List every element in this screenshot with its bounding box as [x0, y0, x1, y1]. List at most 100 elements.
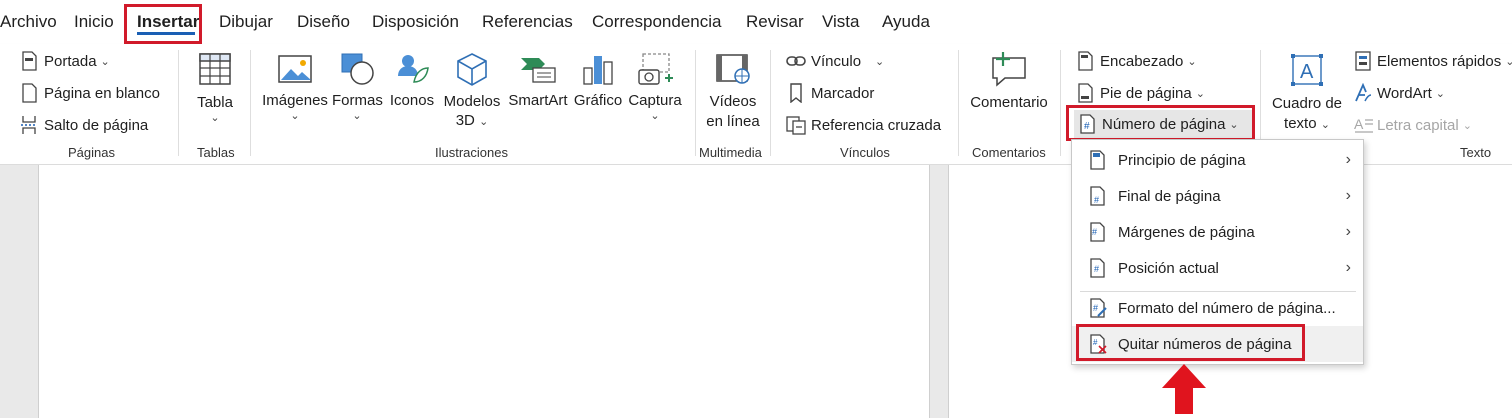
link-icon	[786, 56, 806, 66]
pictures-icon	[278, 55, 312, 83]
page-number-dropdown-menu: Principio de página › # Final de página …	[1071, 139, 1364, 365]
group-label-paginas: Páginas	[68, 145, 115, 160]
page-number-button[interactable]: # Número de página ⌄	[1074, 110, 1252, 138]
blank-page-icon	[22, 83, 37, 103]
smartart-icon	[521, 58, 556, 83]
chart-button[interactable]: Gráfico	[572, 52, 624, 109]
icons-gallery-icon	[398, 55, 429, 83]
screenshot-button[interactable]: Captura ⌄	[626, 52, 684, 122]
tab-correspondencia[interactable]: Correspondencia	[592, 0, 721, 44]
chevron-down-icon: ⌄	[1229, 118, 1239, 131]
chevron-down-icon: ⌄	[210, 112, 220, 124]
chevron-down-icon: ⌄	[1505, 55, 1512, 68]
group-label-vinculos: Vínculos	[840, 145, 890, 160]
bookmark-button[interactable]: Marcador	[788, 82, 874, 104]
group-separator	[770, 50, 771, 156]
icons-button[interactable]: Iconos	[388, 52, 436, 109]
document-page[interactable]	[38, 165, 930, 418]
chevron-down-icon: ⌄	[100, 55, 110, 68]
tab-referencias[interactable]: Referencias	[482, 0, 573, 44]
cover-page-icon	[22, 51, 37, 71]
tab-ayuda[interactable]: Ayuda	[882, 0, 930, 44]
table-button[interactable]: Tabla ⌄	[191, 52, 239, 124]
text-box-icon: A	[1291, 54, 1323, 86]
chevron-right-icon: ›	[1345, 223, 1351, 240]
tab-archivo[interactable]: Archivo	[0, 0, 57, 44]
arrow-up-icon	[1162, 364, 1206, 414]
shapes-button[interactable]: Formas ⌄	[332, 52, 383, 122]
ribbon-tab-bar: Archivo Inicio Insertar Dibujar Diseño D…	[0, 0, 1512, 44]
blank-page-button[interactable]: Página en blanco	[20, 82, 160, 104]
svg-text:#: #	[1094, 195, 1099, 205]
chevron-down-icon: ⌄	[352, 110, 362, 122]
page-number-icon: #	[1080, 114, 1095, 134]
shapes-icon	[341, 53, 374, 85]
comment-button[interactable]: Comentario	[966, 50, 1052, 111]
svg-text:#: #	[1094, 264, 1099, 274]
chevron-down-icon: ⌄	[1320, 119, 1330, 131]
group-separator	[958, 50, 959, 156]
group-separator	[178, 50, 179, 156]
chevron-down-icon: ⌄	[650, 110, 660, 122]
link-button[interactable]: Vínculo ⌄	[786, 50, 884, 72]
header-button[interactable]: Encabezado ⌄	[1076, 50, 1197, 72]
group-label-comentarios: Comentarios	[972, 145, 1046, 160]
page-break-icon	[21, 116, 37, 134]
group-label-ilustraciones: Ilustraciones	[435, 145, 508, 160]
menu-item-format-page-numbers[interactable]: # Formato del número de página...	[1072, 290, 1363, 326]
cover-page-button[interactable]: Portada ⌄	[20, 50, 110, 72]
chevron-right-icon: ›	[1345, 259, 1351, 276]
quick-parts-icon	[1355, 51, 1371, 71]
chevron-down-icon: ⌄	[1187, 55, 1197, 68]
tab-inicio[interactable]: Inicio	[74, 0, 114, 44]
group-separator	[695, 50, 696, 156]
footer-button[interactable]: Pie de página ⌄	[1076, 82, 1205, 104]
online-videos-button[interactable]: Vídeos en línea	[702, 52, 764, 132]
drop-cap-icon: A	[1354, 116, 1373, 133]
menu-item-top-of-page[interactable]: Principio de página ›	[1072, 142, 1363, 178]
drop-cap-button[interactable]: A Letra capital ⌄	[1354, 114, 1472, 136]
bottom-of-page-icon: #	[1090, 186, 1105, 206]
page-break-button[interactable]: Salto de página	[20, 114, 148, 136]
tab-revisar[interactable]: Revisar	[746, 0, 804, 44]
text-box-button[interactable]: A Cuadro de texto ⌄	[1270, 52, 1344, 135]
active-tab-underline	[137, 32, 195, 35]
tab-diseno[interactable]: Diseño	[297, 0, 350, 44]
bar-chart-icon	[583, 56, 613, 85]
smartart-button[interactable]: SmartArt	[506, 52, 570, 109]
menu-item-page-margins[interactable]: # Márgenes de página ›	[1072, 214, 1363, 250]
tab-dibujar[interactable]: Dibujar	[219, 0, 273, 44]
wordart-button[interactable]: WordArt ⌄	[1354, 82, 1445, 104]
tab-disposicion[interactable]: Disposición	[372, 0, 459, 44]
video-icon	[716, 54, 750, 84]
svg-text:#: #	[1084, 121, 1090, 132]
group-label-tablas: Tablas	[197, 145, 235, 160]
table-icon	[199, 53, 231, 85]
group-separator	[250, 50, 251, 156]
comment-icon	[992, 52, 1026, 87]
svg-text:#: #	[1093, 303, 1098, 313]
format-page-numbers-icon: #	[1090, 298, 1107, 318]
svg-text:#: #	[1092, 227, 1097, 237]
wordart-icon	[1355, 83, 1372, 102]
page-margins-icon: #	[1090, 222, 1105, 242]
3d-models-button[interactable]: Modelos 3D ⌄	[440, 52, 504, 132]
chevron-right-icon: ›	[1345, 187, 1351, 204]
chevron-down-icon: ⌄	[479, 116, 489, 128]
group-label-multimedia: Multimedia	[699, 145, 762, 160]
svg-text:A: A	[1300, 61, 1314, 83]
screenshot-icon	[638, 53, 673, 85]
cross-reference-button[interactable]: Referencia cruzada	[786, 114, 941, 136]
current-position-icon: #	[1090, 258, 1105, 278]
tab-vista[interactable]: Vista	[822, 0, 860, 44]
menu-item-bottom-of-page[interactable]: # Final de página ›	[1072, 178, 1363, 214]
footer-icon	[1078, 83, 1093, 103]
cross-reference-icon	[786, 116, 806, 135]
tab-insertar[interactable]: Insertar	[137, 0, 199, 44]
chevron-down-icon: ⌄	[290, 110, 300, 122]
pictures-button[interactable]: Imágenes ⌄	[262, 52, 328, 122]
quick-parts-button[interactable]: Elementos rápidos ⌄	[1354, 50, 1512, 72]
menu-item-current-position[interactable]: # Posición actual ›	[1072, 250, 1363, 286]
menu-item-remove-page-numbers[interactable]: # Quitar números de página	[1072, 326, 1363, 362]
chevron-down-icon: ⌄	[875, 55, 885, 68]
